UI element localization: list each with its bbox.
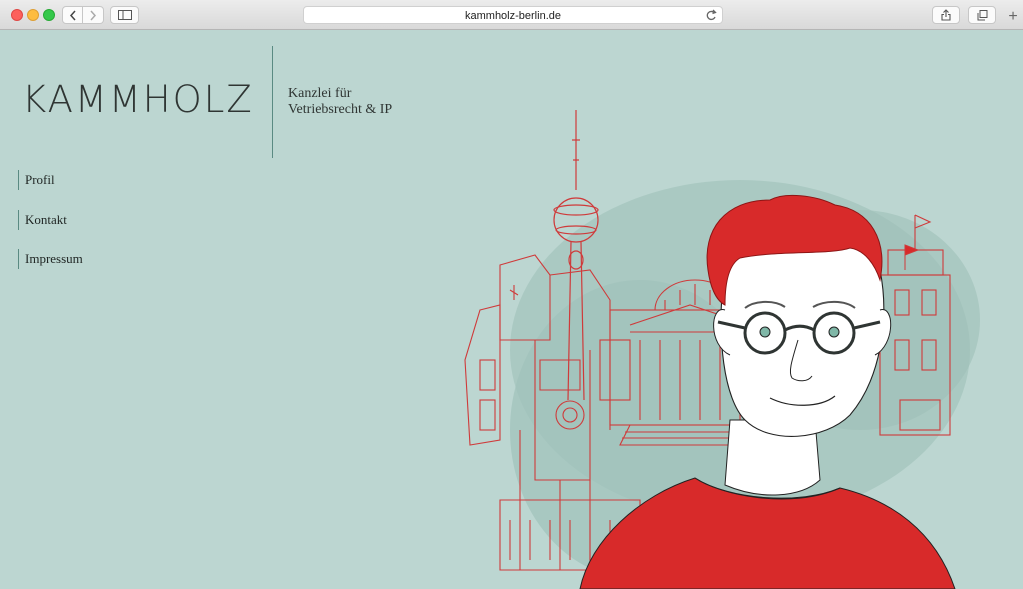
reload-icon[interactable] — [705, 8, 717, 22]
nav-item-profil[interactable]: Profil — [18, 170, 83, 190]
address-bar[interactable]: kammholz-berlin.de — [303, 6, 723, 24]
header-divider — [272, 46, 273, 158]
chevron-right-icon — [90, 10, 97, 20]
share-icon — [941, 9, 951, 21]
site-logo[interactable]: KAMMHOLZ — [22, 78, 254, 122]
show-tabs-button[interactable] — [968, 6, 996, 24]
nav-item-kontakt[interactable]: Kontakt — [18, 209, 83, 230]
back-button[interactable] — [62, 6, 83, 24]
tagline-line-2: Vetriebsrecht & IP — [288, 102, 393, 117]
close-window-button[interactable] — [11, 9, 23, 21]
main-nav: Profil Kontakt Impressum — [18, 170, 83, 289]
sidebar-icon — [117, 10, 132, 20]
chevron-left-icon — [69, 10, 76, 20]
tagline: Kanzlei für Vetriebsrecht & IP — [288, 86, 392, 118]
url-text: kammholz-berlin.de — [465, 10, 561, 22]
zoom-window-button[interactable] — [43, 9, 55, 21]
tagline-line-1: Kanzlei für — [288, 86, 352, 101]
forward-button[interactable] — [83, 6, 104, 24]
new-tab-button[interactable]: + — [1003, 6, 1023, 30]
share-button[interactable] — [932, 6, 960, 24]
tabs-icon — [977, 9, 987, 20]
minimize-window-button[interactable] — [27, 9, 39, 21]
browser-toolbar: kammholz-berlin.de + — [0, 0, 1023, 30]
sidebar-toggle-button[interactable] — [110, 6, 139, 24]
nav-item-impressum[interactable]: Impressum — [18, 249, 83, 269]
hero-illustration — [464, 110, 980, 589]
